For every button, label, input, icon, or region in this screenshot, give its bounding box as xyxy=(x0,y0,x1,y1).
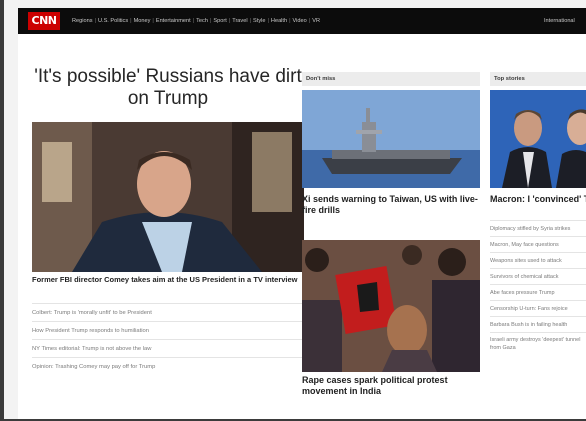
top-stories-list: Diplomacy stifled by Syria strikes Macro… xyxy=(490,220,586,352)
related-links-list: Colbert: Trump is 'morally unfit' to be … xyxy=(32,303,304,375)
list-item[interactable]: Colbert: Trump is 'morally unfit' to be … xyxy=(32,303,304,321)
story-title-macron[interactable]: Macron: I 'convinced' Trump to stay in S… xyxy=(490,194,586,205)
top-stories-heading: Top stories xyxy=(490,72,586,86)
story-image-warship[interactable] xyxy=(302,90,480,188)
nav-divider: | xyxy=(228,18,231,24)
hero-image-comey[interactable] xyxy=(32,122,304,272)
story-image-macron[interactable] xyxy=(490,90,586,188)
cnn-logo[interactable]: CNN xyxy=(28,12,60,30)
protest-photo xyxy=(302,240,480,372)
nav-divider: | xyxy=(130,18,132,24)
nav-item-style[interactable]: Style xyxy=(253,18,265,24)
nav-item-us-politics[interactable]: U.S. Politics xyxy=(98,18,128,24)
list-item[interactable]: Macron, May face questions xyxy=(490,236,586,252)
nav-item-regions[interactable]: Regions xyxy=(72,18,93,24)
list-item[interactable]: How President Trump responds to humiliat… xyxy=(32,321,304,339)
nav-item-sport[interactable]: Sport xyxy=(213,18,226,24)
nav-item-vr[interactable]: VR xyxy=(312,18,320,24)
nav-item-travel[interactable]: Travel xyxy=(232,18,247,24)
story-title-india-protest[interactable]: Rape cases spark political protest movem… xyxy=(302,375,480,397)
nav-divider: | xyxy=(152,18,154,24)
list-item[interactable]: Diplomacy stifled by Syria strikes xyxy=(490,220,586,236)
list-item[interactable]: Weapons sites used to attack xyxy=(490,252,586,268)
hero-photo xyxy=(32,122,304,272)
macron-photo xyxy=(490,90,586,188)
nav-menu: Regions | U.S. Politics | Money | Entertain… xyxy=(72,8,320,34)
cnn-homepage: CNN Regions | U.S. Politics | Money | Enter… xyxy=(18,8,586,419)
nav-divider: | xyxy=(192,18,195,24)
nav-item-health[interactable]: Health xyxy=(271,18,287,24)
warship-photo xyxy=(302,90,480,188)
main-headline[interactable]: 'It's possible' Russians have dirt on Tr… xyxy=(32,66,304,110)
list-item[interactable]: Censorship U-turn: Fans rejoice xyxy=(490,300,586,316)
nav-item-tech[interactable]: Tech xyxy=(196,18,208,24)
nav-item-money[interactable]: Money xyxy=(134,18,151,24)
nav-divider: | xyxy=(249,18,252,24)
nav-item-entertainment[interactable]: Entertainment xyxy=(156,18,191,24)
nav-divider: | xyxy=(209,18,212,24)
list-item[interactable]: Abe faces pressure Trump xyxy=(490,284,586,300)
list-item[interactable]: Israeli army destroys 'deepest' tunnel f… xyxy=(490,332,586,352)
nav-divider: | xyxy=(289,18,291,24)
list-item[interactable]: Barbara Bush is in failing health xyxy=(490,316,586,332)
nav-divider: | xyxy=(308,18,311,24)
hero-caption[interactable]: Former FBI director Comey takes aim at t… xyxy=(32,275,304,285)
browser-frame: CNN Regions | U.S. Politics | Money | Enter… xyxy=(0,0,586,421)
nav-edition-international[interactable]: International xyxy=(544,8,575,34)
nav-divider: | xyxy=(267,18,269,24)
dont-miss-heading: Don't miss xyxy=(302,72,480,86)
list-item[interactable]: NY Times editorial: Trump is not above t… xyxy=(32,339,304,357)
story-image-protest[interactable] xyxy=(302,240,480,372)
nav-item-video[interactable]: Video xyxy=(293,18,307,24)
nav-divider: | xyxy=(94,18,96,24)
story-title-xi-taiwan[interactable]: Xi sends warning to Taiwan, US with live… xyxy=(302,194,480,216)
list-item[interactable]: Opinion: Trashing Comey may pay off for … xyxy=(32,357,304,375)
list-item[interactable]: Survivors of chemical attack xyxy=(490,268,586,284)
top-nav-bar: CNN Regions | U.S. Politics | Money | Enter… xyxy=(18,8,586,34)
